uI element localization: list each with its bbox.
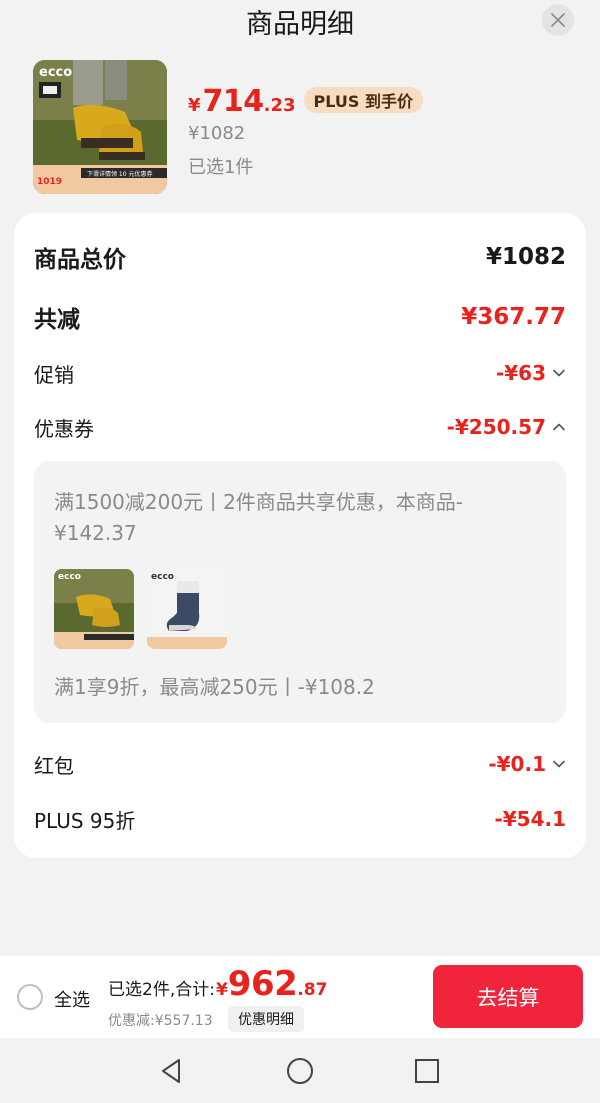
total-prefix: 已选2件,合计:: [108, 980, 215, 1000]
price-symbol: ¥: [188, 95, 201, 116]
redpacket-label: 红包: [34, 753, 74, 778]
coupon-label: 优惠券: [34, 416, 94, 441]
close-icon: [551, 13, 565, 27]
total-reduction-row: 共减 ¥367.77: [34, 299, 566, 335]
order-total: 已选2件,合计: ¥ 962 .87: [108, 964, 327, 1008]
total-decimal: .87: [297, 980, 328, 1000]
close-button[interactable]: [542, 4, 574, 36]
price-integer: 714: [202, 84, 265, 119]
plus-price-badge: PLUS 到手价: [303, 87, 423, 113]
price-breakdown-card: 商品总价 ¥1082 共减 ¥367.77 促销 -¥63 优惠券 -¥250.…: [14, 213, 586, 858]
product-price: ¥ 714 .23 PLUS 到手价: [188, 84, 423, 124]
coupon-detail-text-2: 满1享9折，最高减250元丨-¥108.2: [54, 675, 375, 699]
coupon-row[interactable]: 优惠券 -¥250.57: [34, 409, 566, 445]
product-image-caption: 下滑详情领 10 元优惠券: [87, 170, 152, 178]
savings-text: 优惠减:¥557.13: [108, 1013, 213, 1029]
select-all-label[interactable]: 全选: [54, 986, 90, 1012]
total-price-value: ¥1082: [485, 244, 566, 270]
select-all-checkbox[interactable]: [17, 984, 43, 1010]
system-navbar: [0, 1038, 600, 1103]
total-price-row: 商品总价 ¥1082: [34, 239, 566, 275]
total-symbol: ¥: [215, 980, 228, 1000]
promo-label: 促销: [34, 362, 74, 387]
coupon-image-brand: ecco: [58, 572, 81, 582]
total-integer: 962: [227, 964, 298, 1004]
discount-details-button[interactable]: 优惠明细: [228, 1006, 304, 1032]
chevron-up-icon: [553, 423, 565, 431]
total-reduction-value: ¥367.77: [461, 304, 566, 330]
redpacket-value: -¥0.1: [488, 752, 546, 776]
chevron-down-icon: [553, 369, 565, 377]
redpacket-row[interactable]: 红包 -¥0.1: [34, 746, 566, 782]
checkout-bar: 全选 已选2件,合计: ¥ 962 .87 优惠减:¥557.13 优惠明细 去…: [0, 956, 600, 1038]
home-icon[interactable]: [285, 1056, 315, 1086]
product-image-promo-price: 1019: [37, 177, 62, 187]
price-decimal: .23: [263, 95, 296, 116]
coupon-image-brand-2: ecco: [151, 572, 174, 582]
coupon-detail-panel: 满1500减200元丨2件商品共享优惠，本商品-¥142.37 ecco ecc…: [34, 461, 566, 723]
coupon-detail-text: 满1500减200元丨2件商品共享优惠，本商品-¥142.37: [54, 490, 464, 545]
selected-count: 已选1件: [188, 157, 254, 178]
promo-value: -¥63: [495, 361, 546, 385]
coupon-product-image-shoe: ecco: [54, 569, 134, 649]
coupon-product-image-sock: ecco: [147, 569, 227, 649]
promo-row[interactable]: 促销 -¥63: [34, 355, 566, 391]
coupon-value: -¥250.57: [446, 415, 546, 439]
total-price-label: 商品总价: [34, 247, 126, 273]
total-reduction-label: 共减: [34, 307, 80, 333]
product-image[interactable]: ecco 1019 下滑详情领 10 元优惠券: [33, 60, 167, 194]
header: 商品明细: [0, 0, 600, 40]
product-image-brand: ecco: [39, 65, 72, 80]
checkout-button[interactable]: 去结算: [433, 965, 583, 1028]
back-icon[interactable]: [157, 1056, 187, 1086]
plus-discount-row: PLUS 95折 -¥54.1: [34, 801, 566, 837]
chevron-down-icon: [553, 760, 565, 768]
recents-icon[interactable]: [412, 1056, 442, 1086]
plus-discount-label: PLUS 95折: [34, 808, 136, 833]
product-summary: ecco 1019 下滑详情领 10 元优惠券 ¥ 714 .23 PLUS 到…: [33, 60, 573, 195]
original-price: ¥1082: [188, 123, 246, 144]
plus-discount-value: -¥54.1: [494, 807, 566, 831]
page-title: 商品明细: [246, 9, 354, 40]
